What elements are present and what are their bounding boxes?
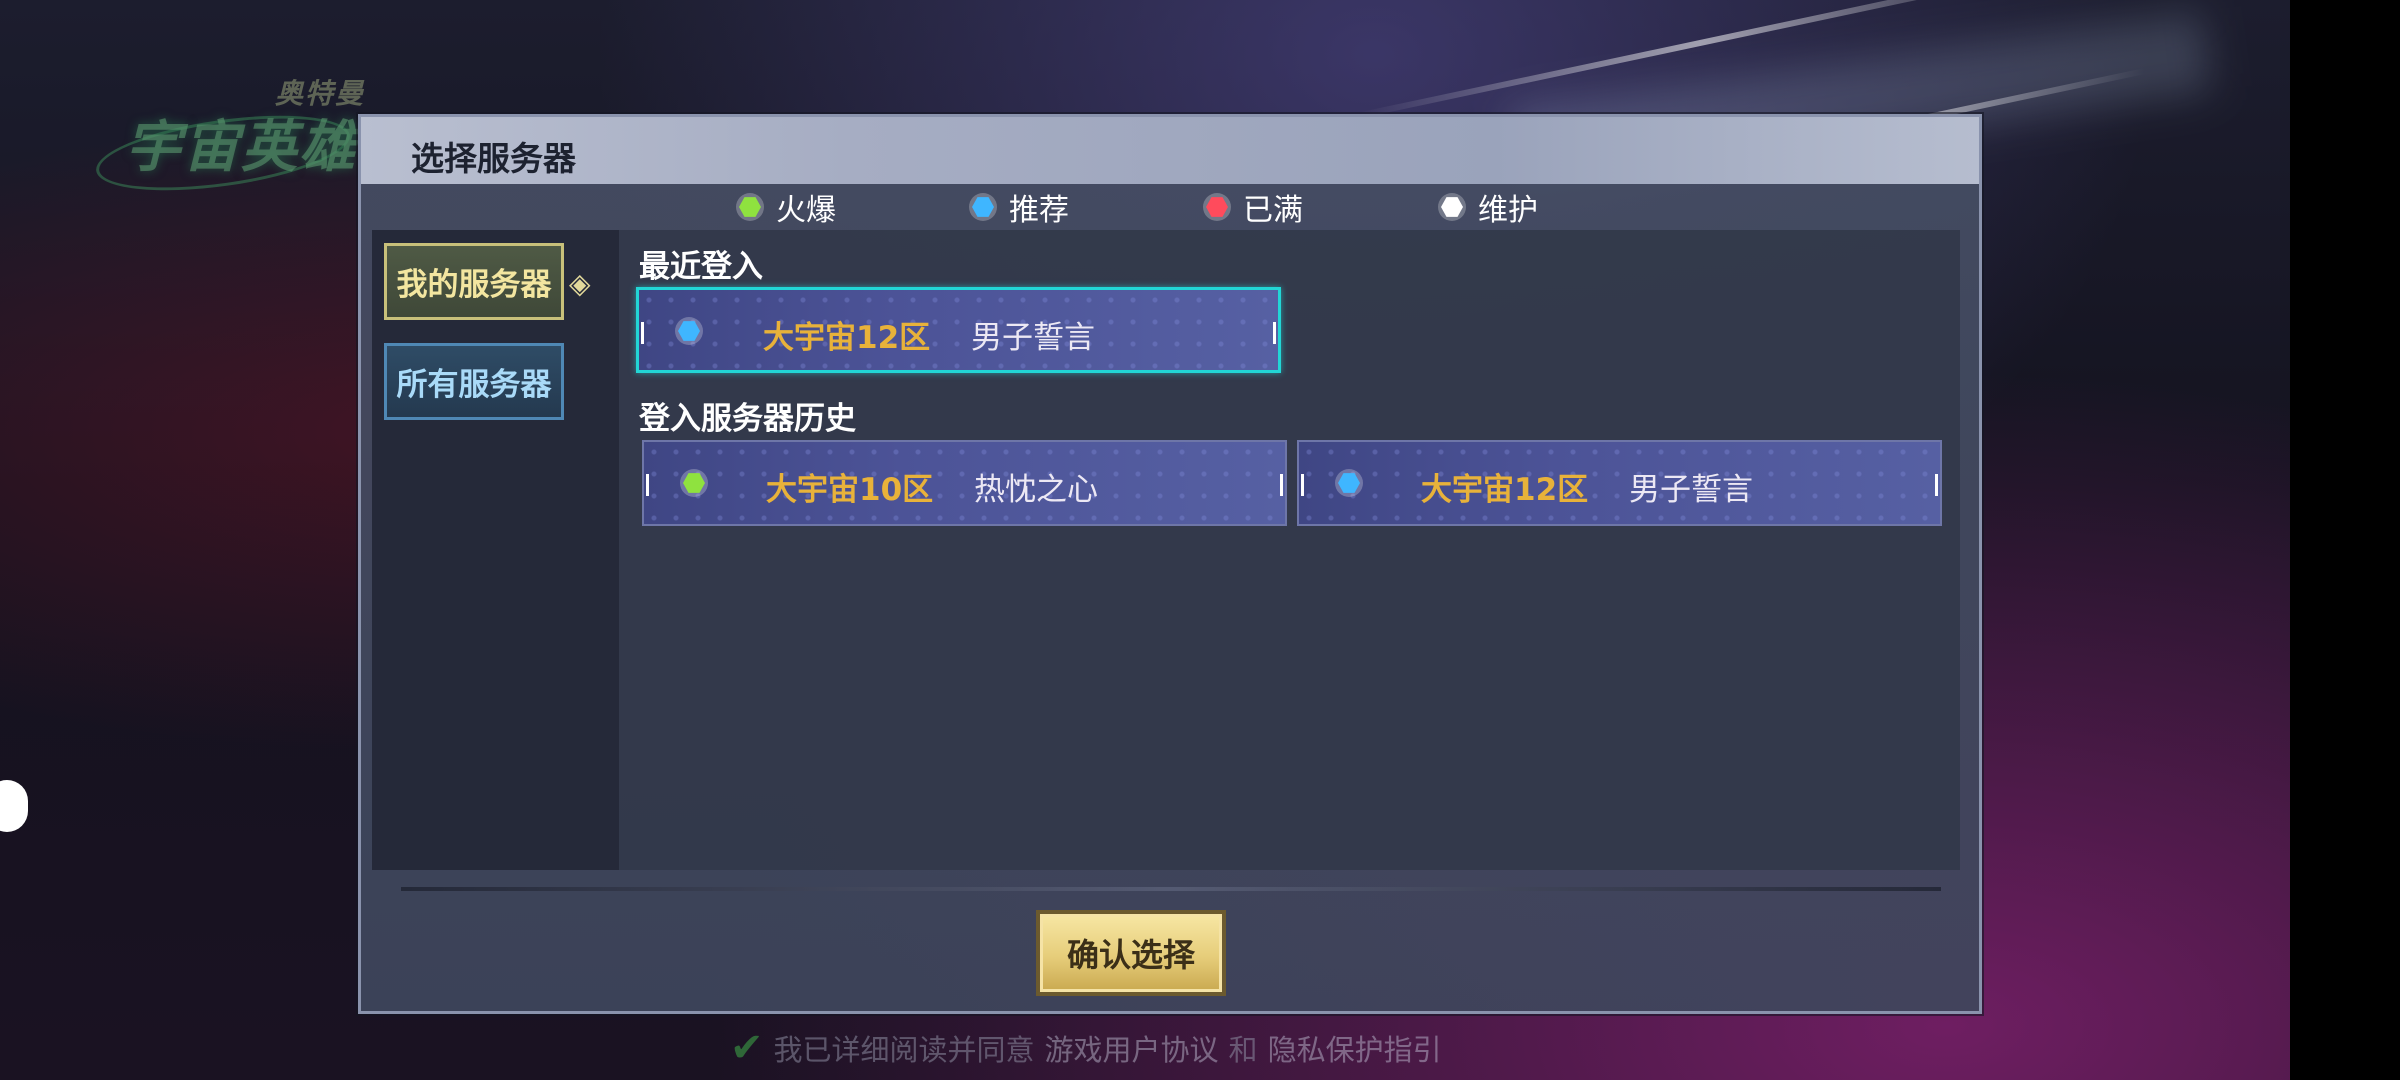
server-select-dialog: 选择服务器 火爆 推荐 已满 维护 我的服务器 ◈ 所有服务器 最近登入 大宇宙… — [358, 114, 1982, 1014]
agreement-row: ✔ 我已详细阅读并同意 游戏用户协议 和 隐私保护指引 — [730, 1025, 1442, 1071]
dialog-header: 选择服务器 — [361, 117, 1979, 184]
recommended-status-icon — [969, 193, 997, 221]
login-history-title: 登入服务器历史 — [639, 401, 856, 437]
tab-my-servers[interactable]: 我的服务器 — [384, 243, 564, 320]
server-name: 男子誓言 — [1629, 472, 1753, 508]
status-legend: 火爆 推荐 已满 维护 — [361, 185, 1979, 229]
server-zone: 大宇宙12区 — [1421, 472, 1589, 508]
recent-server-card[interactable]: 大宇宙12区 男子誓言 — [636, 287, 1281, 373]
user-agreement-link[interactable]: 游戏用户协议 — [1045, 1027, 1219, 1069]
dialog-title: 选择服务器 — [411, 139, 576, 178]
active-tab-arrow-icon: ◈ — [569, 267, 591, 300]
checkmark-icon[interactable]: ✔ — [730, 1025, 764, 1071]
legend-hot: 火爆 — [736, 185, 836, 229]
hot-status-icon — [736, 193, 764, 221]
game-logo: 奥特曼 宇宙英雄 — [91, 72, 375, 204]
server-name: 男子誓言 — [971, 320, 1095, 356]
history-server-card[interactable]: 大宇宙12区 男子誓言 — [1297, 440, 1942, 526]
legend-maintenance: 维护 — [1438, 185, 1538, 229]
legend-recommended: 推荐 — [969, 185, 1069, 229]
recommended-status-icon — [1335, 469, 1363, 497]
server-zone: 大宇宙10区 — [766, 472, 934, 508]
server-zone: 大宇宙12区 — [763, 320, 931, 356]
privacy-policy-link[interactable]: 隐私保护指引 — [1268, 1027, 1442, 1069]
footer-divider — [401, 887, 1941, 891]
full-status-icon — [1203, 193, 1231, 221]
confirm-select-button[interactable]: 确认选择 — [1036, 910, 1226, 996]
letterbox-bar — [2290, 0, 2400, 1080]
server-name: 热忱之心 — [974, 472, 1098, 508]
maintenance-status-icon — [1438, 193, 1466, 221]
hot-status-icon — [680, 469, 708, 497]
server-content-panel: 我的服务器 ◈ 所有服务器 最近登入 大宇宙12区 男子誓言 登入服务器历史 大… — [372, 230, 1960, 870]
recommended-status-icon — [675, 317, 703, 345]
tab-all-servers[interactable]: 所有服务器 — [384, 343, 564, 420]
history-server-card[interactable]: 大宇宙10区 热忱之心 — [642, 440, 1287, 526]
recent-login-title: 最近登入 — [639, 249, 763, 285]
legend-full: 已满 — [1203, 185, 1303, 229]
server-category-sidebar: 我的服务器 ◈ 所有服务器 — [372, 230, 619, 870]
